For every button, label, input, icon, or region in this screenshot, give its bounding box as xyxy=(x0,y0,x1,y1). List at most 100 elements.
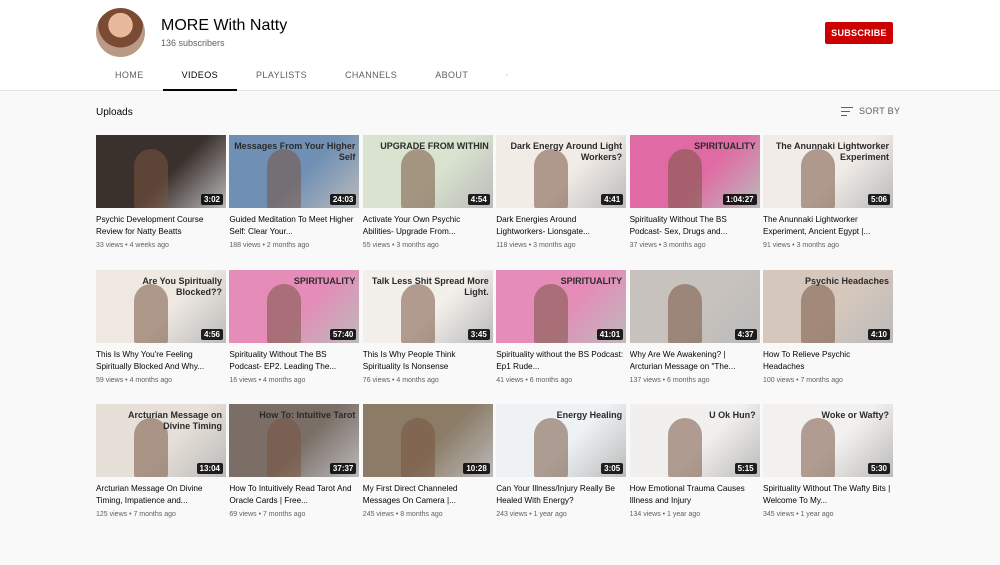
video-title[interactable]: Dark Energies Around Lightworkers- Lions… xyxy=(496,214,626,238)
tab-channels[interactable]: CHANNELS xyxy=(326,58,416,91)
video-duration: 3:02 xyxy=(200,194,223,205)
video-meta: 33 views • 4 weeks ago xyxy=(96,242,169,249)
subscribe-button[interactable]: SUBSCRIBE xyxy=(825,22,893,44)
video-title[interactable]: How Emotional Trauma Causes Illness and … xyxy=(630,483,760,507)
video-card[interactable]: SPIRITUALITY 41:01 Spirituality without th… xyxy=(496,269,627,384)
section-title: Uploads xyxy=(96,107,133,118)
video-title[interactable]: Spirituality Without The BS Podcast- Sex… xyxy=(630,214,760,238)
video-card[interactable]: 10:28 My First Direct Channeled Messages … xyxy=(362,404,493,518)
video-card[interactable]: Talk Less Shit Spread More Light. 3:45 Thi… xyxy=(362,269,493,384)
video-meta: 100 views • 7 months ago xyxy=(763,376,843,384)
tab-playlists[interactable]: PLAYLISTS xyxy=(237,58,326,91)
video-meta: 41 views • 6 months ago xyxy=(496,376,573,384)
thumbnail-person-image xyxy=(400,149,435,208)
video-card[interactable]: 4:37 Why Are We Awakening? | Arcturian Me… xyxy=(629,269,760,384)
sort-icon xyxy=(841,106,853,116)
video-title[interactable]: The Anunnaki Lightworker Experiment, Anc… xyxy=(763,214,893,238)
video-card[interactable]: SPIRITUALITY 57:40 Spirituality Without Th… xyxy=(229,269,360,384)
thumbnail-caption: SPIRITUALITY xyxy=(293,275,356,286)
video-thumbnail[interactable]: Are You Spiritually Blocked?? 4:56 xyxy=(96,269,226,343)
video-thumbnail[interactable]: 3:02 xyxy=(96,135,226,208)
video-duration: 4:56 xyxy=(200,328,223,340)
video-thumbnail[interactable]: U Ok Hun? 5:15 xyxy=(629,404,760,477)
video-card[interactable]: How To: Intuitive Tarot 37:37 How To Intui… xyxy=(229,404,360,518)
video-thumbnail[interactable]: SPIRITUALITY 41:01 xyxy=(496,269,627,343)
video-title[interactable]: How To Intuitively Read Tarot And Oracle… xyxy=(229,483,359,507)
video-duration: 1:04:27 xyxy=(723,194,757,205)
video-title[interactable]: Why Are We Awakening? | Arcturian Messag… xyxy=(630,349,760,373)
video-title[interactable]: Arcturian Message On Divine Timing, Impa… xyxy=(96,483,226,507)
video-thumbnail[interactable]: Psychic Headaches 4:10 xyxy=(763,269,893,343)
thumbnail-caption: Psychic Headaches xyxy=(804,275,889,286)
video-card[interactable]: Energy Healing 3:05 Can Your Illness/Injur… xyxy=(496,404,627,518)
video-duration: 3:45 xyxy=(467,328,490,340)
video-thumbnail[interactable]: Arcturian Message on Divine Timing 13:04 xyxy=(96,404,226,477)
video-duration: 4:10 xyxy=(867,328,890,340)
video-title[interactable]: My First Direct Channeled Messages On Ca… xyxy=(363,483,493,507)
video-card[interactable]: The Anunnaki Lightworker Experiment 5:06 T… xyxy=(763,135,893,249)
video-thumbnail[interactable]: The Anunnaki Lightworker Experiment 5:06 xyxy=(763,135,893,208)
video-title[interactable]: Spirituality Without The Wafty Bits | We… xyxy=(763,483,893,507)
thumbnail-caption: How To: Intuitive Tarot xyxy=(259,410,356,420)
thumbnail-person-image xyxy=(534,283,569,343)
video-duration: 10:28 xyxy=(463,463,490,474)
video-card[interactable]: 3:02 Psychic Development Course Review fo… xyxy=(96,135,226,249)
video-thumbnail[interactable]: Talk Less Shit Spread More Light. 3:45 xyxy=(362,269,493,343)
video-card[interactable]: U Ok Hun? 5:15 How Emotional Trauma Causes… xyxy=(629,404,760,518)
video-title[interactable]: Guided Meditation To Meet Higher Self: C… xyxy=(229,214,359,238)
video-thumbnail[interactable]: Energy Healing 3:05 xyxy=(496,404,627,477)
video-title[interactable]: Can Your Illness/Injury Really Be Healed… xyxy=(496,483,626,507)
video-card[interactable]: Dark Energy Around Light Workers? 4:41 Dar… xyxy=(496,135,627,249)
channel-search-button[interactable] xyxy=(487,58,527,91)
video-card[interactable]: Are You Spiritually Blocked?? 4:56 This Is… xyxy=(96,269,226,384)
sort-by-button[interactable]: SORT BY xyxy=(841,106,900,116)
subscriber-count: 136 subscribers xyxy=(161,38,225,48)
video-card[interactable]: UPGRADE FROM WITHIN 4:54 Activate Your Own… xyxy=(362,135,493,249)
thumbnail-person-image xyxy=(667,283,702,343)
video-meta: 76 views • 4 months ago xyxy=(362,376,439,384)
channel-avatar[interactable] xyxy=(96,8,145,57)
video-card[interactable]: Messages From Your Higher Self 24:03 Guide… xyxy=(229,135,360,249)
tab-about[interactable]: ABOUT xyxy=(416,58,487,91)
video-card[interactable]: Arcturian Message on Divine Timing 13:04 A… xyxy=(96,404,226,518)
video-thumbnail[interactable]: 10:28 xyxy=(362,404,493,477)
video-duration: 4:37 xyxy=(734,328,757,340)
video-meta: 243 views • 1 year ago xyxy=(496,511,567,518)
video-thumbnail[interactable]: How To: Intuitive Tarot 37:37 xyxy=(229,404,360,477)
tab-videos[interactable]: VIDEOS xyxy=(162,58,238,91)
thumbnail-person-image xyxy=(267,283,302,343)
video-title[interactable]: Activate Your Own Psychic Abilities- Upg… xyxy=(363,214,493,238)
video-meta: 55 views • 3 months ago xyxy=(362,242,439,249)
video-duration: 5:06 xyxy=(867,194,890,205)
video-thumbnail[interactable]: Dark Energy Around Light Workers? 4:41 xyxy=(496,135,627,208)
video-title[interactable]: Spirituality Without The BS Podcast- EP2… xyxy=(229,349,359,373)
video-meta: 125 views • 7 months ago xyxy=(96,511,176,518)
video-meta: 16 views • 4 months ago xyxy=(229,376,306,384)
thumbnail-person-image xyxy=(534,418,569,477)
video-meta: 91 views • 3 months ago xyxy=(763,242,839,249)
thumbnail-caption: U Ok Hun? xyxy=(709,410,756,420)
video-title[interactable]: Psychic Development Course Review for Na… xyxy=(96,214,226,238)
video-card[interactable]: SPIRITUALITY 1:04:27 Spirituality Without … xyxy=(629,135,760,249)
video-title[interactable]: Spirituality without the BS Podcast: Ep1… xyxy=(496,349,626,373)
video-meta: 59 views • 4 months ago xyxy=(96,376,172,384)
thumbnail-person-image xyxy=(667,418,702,477)
video-thumbnail[interactable]: 4:37 xyxy=(629,269,760,343)
video-card[interactable]: Psychic Headaches 4:10 How To Relieve Psyc… xyxy=(763,269,893,384)
thumbnail-caption: Arcturian Message on Divine Timing xyxy=(127,410,222,431)
video-thumbnail[interactable]: SPIRITUALITY 57:40 xyxy=(229,269,360,343)
video-meta: 188 views • 2 months ago xyxy=(229,242,310,249)
video-thumbnail[interactable]: SPIRITUALITY 1:04:27 xyxy=(629,135,760,208)
video-card[interactable]: Woke or Wafty? 5:30 Spirituality Without T… xyxy=(763,404,893,518)
video-thumbnail[interactable]: Messages From Your Higher Self 24:03 xyxy=(229,135,360,208)
sort-by-label: SORT BY xyxy=(859,106,901,116)
video-meta: 134 views • 1 year ago xyxy=(629,511,701,518)
thumbnail-person-image xyxy=(801,418,835,477)
channel-name[interactable]: MORE With Natty xyxy=(161,17,287,35)
video-thumbnail[interactable]: Woke or Wafty? 5:30 xyxy=(763,404,893,477)
tab-home[interactable]: HOME xyxy=(96,58,163,91)
video-thumbnail[interactable]: UPGRADE FROM WITHIN 4:54 xyxy=(362,135,493,208)
video-title[interactable]: This Is Why People Think Spirituality Is… xyxy=(363,349,493,373)
video-title[interactable]: This Is Why You're Feeling Spiritually B… xyxy=(96,349,226,373)
video-title[interactable]: How To Relieve Psychic Headaches xyxy=(763,349,893,373)
